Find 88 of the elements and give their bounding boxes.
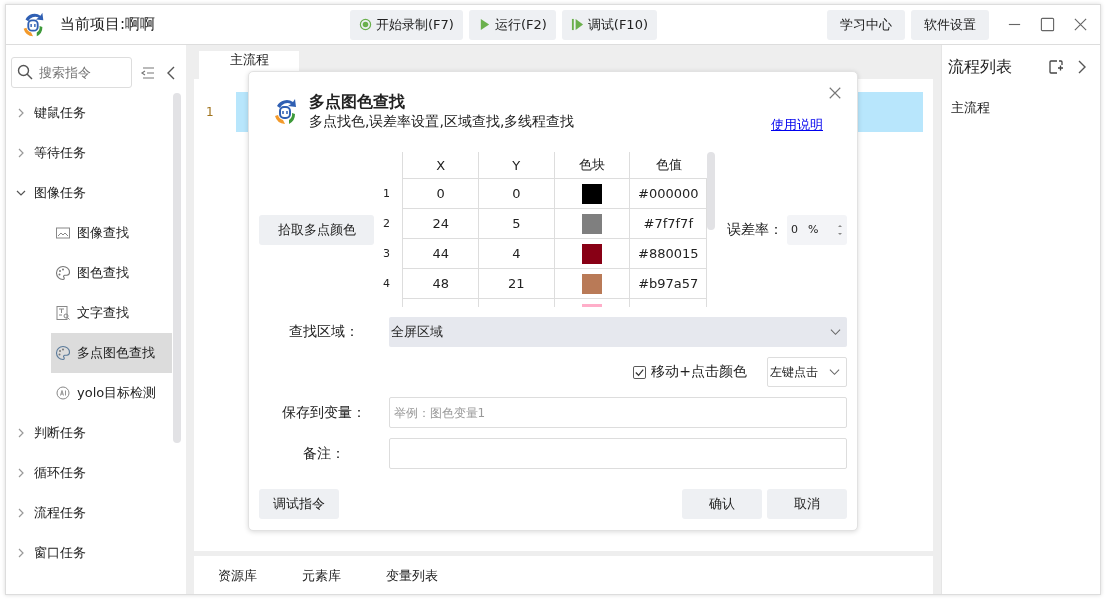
process-item[interactable]: 主流程 <box>951 99 1100 117</box>
record-button[interactable]: 开始录制(F7) <box>350 9 463 40</box>
command-item[interactable]: 多点图色查找 <box>51 333 172 373</box>
command-item[interactable]: 图像查找 <box>51 213 172 253</box>
table-cell: 0 <box>436 186 445 201</box>
category-item[interactable]: 等待任务 <box>6 133 172 173</box>
chevron-right-icon <box>16 108 26 118</box>
table-cell: #880015 <box>638 246 699 261</box>
text-search-icon <box>55 305 71 321</box>
error-rate-label: 误差率： <box>727 220 783 239</box>
stepper-icon[interactable] <box>837 222 843 237</box>
dialog-subtitle: 多点找色,误差率设置,区域查找,多线程查找 <box>309 112 575 130</box>
chevron-down-icon <box>16 188 26 198</box>
column-header: 色块 <box>554 152 630 179</box>
table-cell: 21 <box>508 276 525 291</box>
close-icon[interactable] <box>1073 17 1088 32</box>
table-cell: #b97a57 <box>638 276 699 291</box>
table-cell: 48 <box>432 276 449 291</box>
field-label: 保存到变量： <box>280 403 367 422</box>
header-button[interactable]: 软件设置 <box>911 9 989 40</box>
add-process-icon[interactable] <box>1048 59 1064 75</box>
click-checkbox[interactable]: 移动+点击颜色 <box>633 363 747 381</box>
field-label: 查找区域： <box>287 323 360 341</box>
caret-icon <box>830 328 841 336</box>
field-label: 备注： <box>301 444 346 463</box>
click-mode-dropdown[interactable]: 左键点击 <box>767 357 847 387</box>
line-number: 1 <box>206 105 215 119</box>
palette-icon <box>55 265 71 281</box>
row-number: 3 <box>382 247 390 260</box>
palette-icon <box>55 345 71 361</box>
search-icon <box>17 64 33 80</box>
scrollbar[interactable] <box>173 93 181 443</box>
chevron-right-icon <box>16 508 26 518</box>
dialog-title: 多点图色查找 <box>309 92 406 112</box>
row-number: 1 <box>382 187 390 200</box>
cancel-button[interactable]: 取消 <box>767 489 847 519</box>
checkbox-icon[interactable] <box>633 365 647 379</box>
chevron-right-icon <box>16 428 26 438</box>
error-rate-field[interactable]: 0 % <box>787 214 847 245</box>
column-header: X <box>402 152 479 179</box>
category-item[interactable]: 图像任务 <box>6 173 172 213</box>
collapse-all-icon[interactable] <box>140 64 156 81</box>
command-item[interactable]: yolo目标检测 <box>51 373 172 413</box>
table-cell: 4 <box>512 246 521 261</box>
table-cell: #000000 <box>638 186 699 201</box>
category-item[interactable]: 循环任务 <box>6 453 172 493</box>
note-field[interactable] <box>388 438 847 469</box>
bottom-tab[interactable]: 元素库 <box>302 566 341 585</box>
table-cell: 24 <box>432 216 449 231</box>
region-dropdown[interactable]: 全屏区域 <box>388 317 847 347</box>
run-button[interactable]: 运行(F2) <box>468 9 556 40</box>
maximize-icon[interactable] <box>1040 17 1055 32</box>
step-play-icon <box>570 18 584 31</box>
header-button[interactable]: 学习中心 <box>827 9 905 40</box>
table-cell: 5 <box>512 216 521 231</box>
record-icon <box>359 18 372 31</box>
bottom-tab[interactable]: 变量列表 <box>386 566 438 585</box>
debug-command-button[interactable]: 调试指令 <box>259 489 339 519</box>
pick-colors-button[interactable]: 拾取多点颜色 <box>259 214 374 245</box>
bottom-tab[interactable]: 资源库 <box>218 566 257 585</box>
category-item[interactable]: 窗口任务 <box>6 533 172 573</box>
row-number: 2 <box>382 217 390 230</box>
debug-button[interactable]: 调试(F10) <box>561 9 657 40</box>
command-item[interactable]: 图色查找 <box>51 253 172 293</box>
variable-field[interactable]: 举例：图色变量1 <box>388 397 847 428</box>
category-item[interactable]: 键鼠任务 <box>6 93 172 133</box>
chevron-right-icon <box>16 468 26 478</box>
chevron-right-icon <box>16 548 26 558</box>
help-link[interactable]: 使用说明 <box>771 116 823 134</box>
row-number: 4 <box>382 277 390 290</box>
category-item[interactable]: 流程任务 <box>6 493 172 533</box>
image-icon <box>55 225 71 241</box>
category-item[interactable]: 判断任务 <box>6 413 172 453</box>
ai-icon <box>55 385 71 401</box>
chevron-right-icon <box>16 148 26 158</box>
scrollbar[interactable] <box>707 152 715 230</box>
table-cell: 0 <box>512 186 521 201</box>
project-title: 当前项目:啊啊 <box>60 15 157 34</box>
panel-title: 流程列表 <box>948 56 1013 78</box>
table-cell: 44 <box>432 246 449 261</box>
search-field[interactable]: 搜索指令 <box>11 57 132 88</box>
table-cell: #7f7f7f <box>643 216 693 231</box>
command-item[interactable]: 文字查找 <box>51 293 172 333</box>
column-header: 色值 <box>629 152 707 179</box>
close-icon[interactable] <box>828 86 842 100</box>
confirm-button[interactable]: 确认 <box>682 489 762 519</box>
caret-icon <box>829 368 840 376</box>
column-header: Y <box>478 152 555 179</box>
